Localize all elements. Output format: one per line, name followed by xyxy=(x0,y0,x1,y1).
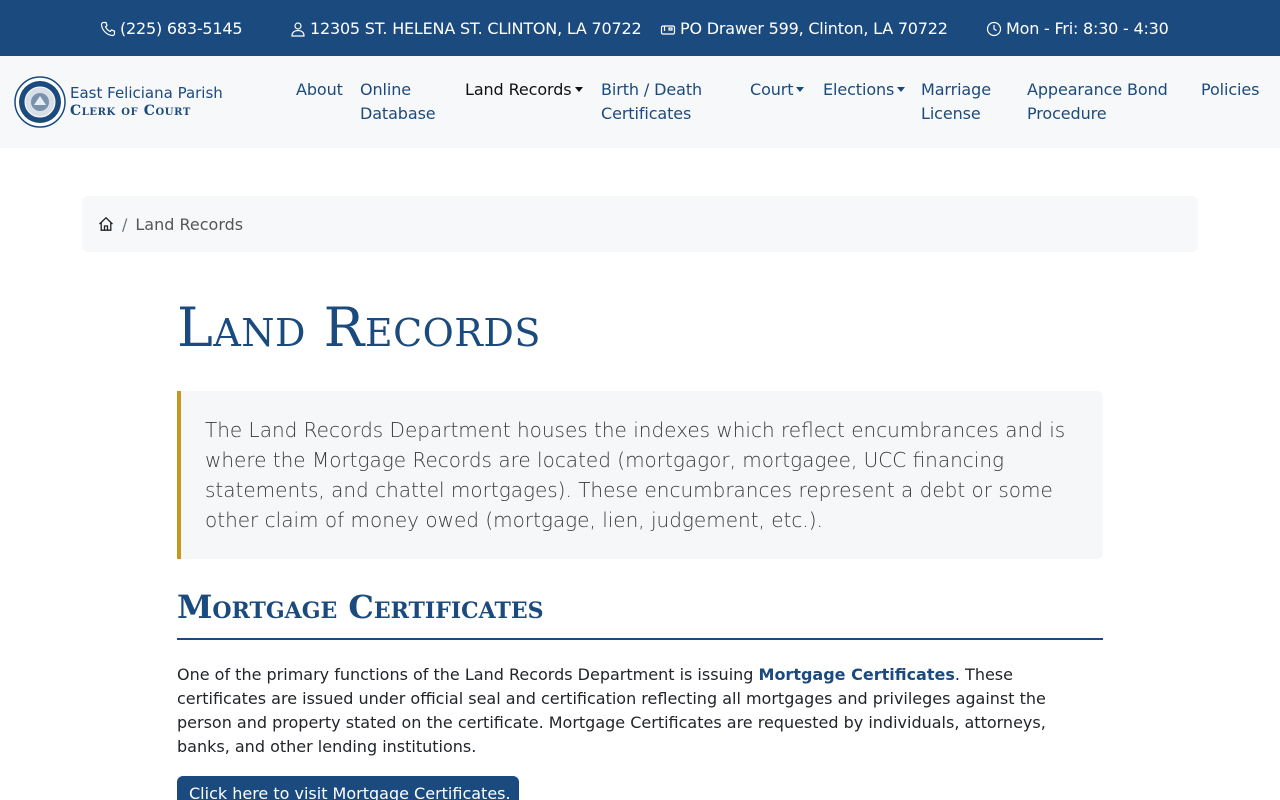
nav-elections-label: Elections xyxy=(823,80,895,99)
nav-court-label: Court xyxy=(750,80,794,99)
chevron-down-icon xyxy=(574,86,583,92)
breadcrumb-current: Land Records xyxy=(135,214,244,234)
logo-parish-name: East Feliciana Parish xyxy=(70,84,223,102)
clock-icon xyxy=(986,21,1002,37)
contact-bar: (225) 683-5145 12305 ST. HELENA ST. CLIN… xyxy=(0,0,1280,56)
office-hours: Mon - Fri: 8:30 - 4:30 xyxy=(1006,18,1169,38)
nav-online-database-line2: Database xyxy=(360,104,436,123)
nav-birth-death-certificates[interactable]: Birth / Death Certificates xyxy=(601,78,702,126)
nav-marriage-line2: License xyxy=(921,104,981,123)
nav-appearance-line2: Procedure xyxy=(1027,104,1107,123)
page-title: Land Records xyxy=(177,296,541,359)
phone-icon xyxy=(100,21,116,37)
parish-seal-icon xyxy=(14,76,66,128)
phone-info[interactable]: (225) 683-5145 xyxy=(100,0,243,56)
mailbox-icon xyxy=(660,25,676,35)
breadcrumb: / Land Records xyxy=(82,196,1198,252)
nav-appearance-line1: Appearance Bond xyxy=(1027,80,1168,99)
nav-marriage-line1: Marriage xyxy=(921,80,991,99)
address-info: 12305 ST. HELENA ST. CLINTON, LA 70722 xyxy=(290,0,642,56)
breadcrumb-separator: / xyxy=(122,214,128,234)
intro-text: The Land Records Department houses the i… xyxy=(205,418,1066,532)
nav-birth-death-line2: Certificates xyxy=(601,104,692,123)
nav-online-database-line1: Online xyxy=(360,80,412,99)
nav-appearance-bond[interactable]: Appearance Bond Procedure xyxy=(1027,78,1168,126)
chevron-down-icon xyxy=(796,86,805,92)
person-pin-icon xyxy=(291,22,305,37)
street-address: 12305 ST. HELENA ST. CLINTON, LA 70722 xyxy=(310,18,642,38)
mortgage-certificates-link[interactable]: Mortgage Certificates xyxy=(759,665,955,684)
hours-info: Mon - Fri: 8:30 - 4:30 xyxy=(986,0,1169,56)
nav-about-label: About xyxy=(296,80,343,99)
main-navbar: East Feliciana Parish Clerk of Court Abo… xyxy=(0,56,1280,148)
nav-about[interactable]: About xyxy=(296,78,343,102)
visit-mortgage-certificates-button[interactable]: Click here to visit Mortgage Certificate… xyxy=(177,776,519,800)
nav-court[interactable]: Court xyxy=(750,78,805,102)
nav-marriage-license[interactable]: Marriage License xyxy=(921,78,991,126)
intro-callout: The Land Records Department houses the i… xyxy=(177,391,1103,559)
section-title-mortgage: Mortgage Certificates xyxy=(177,588,1103,640)
nav-online-database[interactable]: Online Database xyxy=(360,78,436,126)
nav-elections[interactable]: Elections xyxy=(823,78,906,102)
chevron-down-icon xyxy=(897,86,906,92)
phone-number: (225) 683-5145 xyxy=(120,18,243,38)
nav-land-records[interactable]: Land Records xyxy=(465,78,583,102)
mailing-address: PO Drawer 599, Clinton, LA 70722 xyxy=(680,18,948,38)
nav-policies[interactable]: Policies xyxy=(1201,78,1259,102)
logo-office-name: Clerk of Court xyxy=(70,103,191,119)
mailing-info: PO Drawer 599, Clinton, LA 70722 xyxy=(660,0,948,56)
mortgage-text-before: One of the primary functions of the Land… xyxy=(177,665,759,684)
nav-policies-label: Policies xyxy=(1201,80,1260,99)
nav-land-records-label: Land Records xyxy=(465,80,572,99)
nav-birth-death-line1: Birth / Death xyxy=(601,80,703,99)
mortgage-description: One of the primary functions of the Land… xyxy=(177,663,1103,759)
site-logo[interactable]: East Feliciana Parish Clerk of Court xyxy=(14,76,223,128)
home-icon[interactable] xyxy=(98,216,114,232)
